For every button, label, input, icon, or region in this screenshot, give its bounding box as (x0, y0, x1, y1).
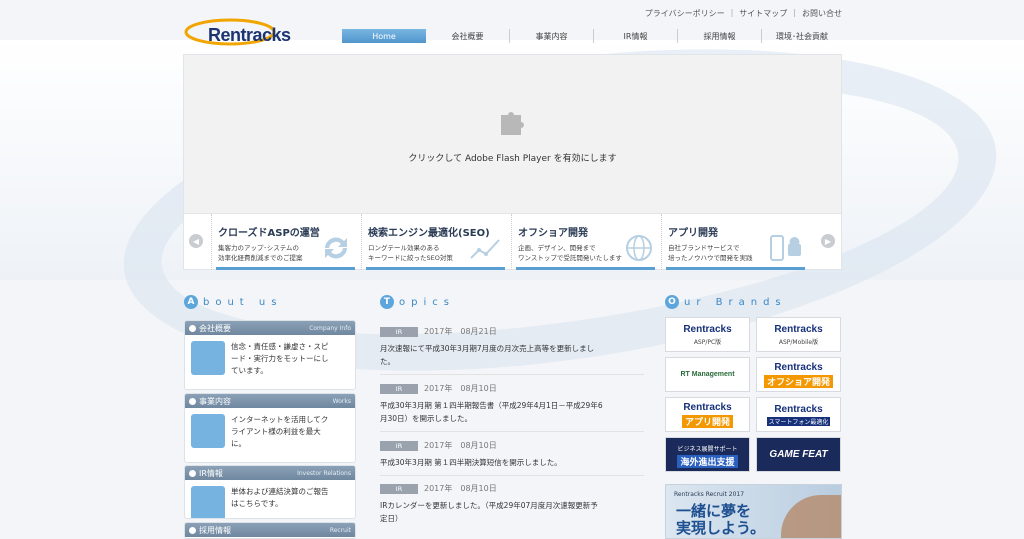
card-text: 単体および連結決算のご報告 はこちらです。 (231, 487, 329, 508)
cycle-arrows-icon (325, 237, 347, 259)
document-icon (191, 486, 225, 518)
logo-text: Rentracks (208, 25, 291, 45)
recruit-catchcopy: 一緒に夢を 実現しよう。 (676, 502, 766, 537)
carousel-next-button[interactable]: ▶ (821, 234, 835, 248)
about-card-recruit[interactable]: 採用情報 Recruit (184, 522, 356, 539)
brands-heading: O ur Brands (665, 295, 787, 309)
handshake-image (781, 495, 841, 538)
smartphone-android-icon (770, 235, 801, 261)
sitemap-link[interactable]: サイトマップ (739, 8, 787, 19)
about-card-works[interactable]: 事業内容 Works インターネットを活用してク ライアント様の利益を最大 に。 (184, 393, 356, 463)
carousel-prev-button[interactable]: ◀ (189, 234, 203, 248)
puzzle-icon (500, 111, 524, 135)
globe-icon (626, 235, 652, 261)
service-underline (216, 267, 355, 270)
people-icon (191, 341, 225, 375)
topic-body: 平成30年3月期 第１四半期決算短信を開示しました。 (380, 458, 562, 467)
topic-body: IRカレンダーを更新しました。（平成29年07月度月次速報更新予 定日） (380, 501, 598, 523)
topic-tag: IR (380, 483, 418, 494)
topics-heading: T opics (380, 295, 455, 309)
service-desc: 自社ブランドサービスで 培ったノウハウで開発を実践 (668, 244, 753, 262)
topic-item[interactable]: IR 2017年 08月10日 平成30年3月期 第１四半期報告書（平成29年4月… (380, 383, 644, 432)
about-card-company[interactable]: 会社概要 Company Info 信念・責任感・謙虚さ・スピ ード・実行力をモッ… (184, 320, 356, 390)
about-heading: A bout us (184, 295, 282, 309)
laptop-icon (191, 414, 225, 448)
service-seo[interactable]: 検索エンジン最適化(SEO) ロングテール効果のある キーワードに絞ったSEO対策 (361, 214, 509, 270)
topic-item[interactable]: IR 2017年 08月10日 平成30年3月期 第１四半期決算短信を開示しました… (380, 440, 644, 476)
flash-placeholder[interactable]: クリックして Adobe Flash Player を有効にします (184, 55, 841, 213)
brand-game-feat[interactable]: GAME FEAT (756, 437, 841, 472)
service-offshore[interactable]: オフショア開発 企画、デザイン、開発まで ワンストップで受託開発いたします (511, 214, 659, 270)
page: プライバシーポリシー | サイトマップ | お問い合せ Rentracks Ho… (0, 0, 1024, 539)
card-header: 会社概要 Company Info (185, 321, 355, 335)
service-desc: ロングテール効果のある キーワードに絞ったSEO対策 (368, 244, 453, 262)
separator: | (730, 8, 734, 17)
brand-app[interactable]: Rentracks アプリ開発 (665, 397, 750, 432)
separator: | (793, 8, 796, 17)
nav-business[interactable]: 事業内容 (510, 29, 594, 43)
recruit-banner[interactable]: Rentracks Recruit 2017 一緒に夢を 実現しよう。 (665, 484, 842, 539)
contact-link[interactable]: お問い合せ (802, 8, 842, 19)
card-text: 信念・責任感・謙虚さ・スピ ード・実行力をモットーにし ています。 (231, 342, 329, 375)
brand-overseas-support[interactable]: ビジネス展開サポート 海外進出支援 (665, 437, 750, 472)
card-header: 採用情報 Recruit (185, 523, 355, 537)
brand-asp-mobile[interactable]: Rentracks ASP/Mobile版 (756, 317, 841, 352)
service-app[interactable]: アプリ開発 自社ブランドサービスで 培ったノウハウで開発を実践 (661, 214, 809, 270)
card-text: インターネットを活用してク ライアント様の利益を最大 に。 (231, 415, 329, 448)
card-header: 事業内容 Works (185, 394, 355, 408)
about-card-ir[interactable]: IR情報 Investor Relations 単体および連結決算のご報告 はこち… (184, 465, 356, 519)
topic-date: 2017年 08月10日 (424, 484, 497, 493)
flash-message: クリックして Adobe Flash Player を有効にします (408, 153, 617, 164)
nav-recruit[interactable]: 採用情報 (678, 29, 762, 43)
topic-tag: IR (380, 326, 418, 337)
topic-tag: IR (380, 383, 418, 394)
service-underline (366, 267, 505, 270)
topic-date: 2017年 08月10日 (424, 441, 497, 450)
topic-item[interactable]: IR 2017年 08月10日 IRカレンダーを更新しました。（平成29年07月度… (380, 483, 644, 531)
service-underline (666, 267, 805, 270)
utility-links: プライバシーポリシー | サイトマップ | お問い合せ (645, 8, 842, 19)
brand-asp-pc[interactable]: Rentracks ASP/PC版 (665, 317, 750, 352)
line-graph-icon (470, 239, 500, 259)
topic-body: 月次速報にて平成30年3月期7月度の月次売上高等を更新しまし た。 (380, 344, 595, 366)
card-header: IR情報 Investor Relations (185, 466, 355, 480)
brand-rt-management[interactable]: RT Management (665, 357, 750, 392)
logo[interactable]: Rentracks (184, 16, 304, 48)
main-visual: クリックして Adobe Flash Player を有効にします ◀ ▶ クロ… (183, 54, 842, 270)
brand-offshore[interactable]: Rentracks オフショア開発 (756, 357, 841, 392)
service-underline (516, 267, 655, 270)
brand-smartphone[interactable]: Rentracks スマートフォン最適化 (756, 397, 841, 432)
nav-ir[interactable]: IR情報 (594, 29, 678, 43)
nav-csr[interactable]: 環境･社会貢献 (762, 29, 842, 43)
service-title: オフショア開発 (518, 228, 588, 239)
service-desc: 企画、デザイン、開発まで ワンストップで受託開発いたします (518, 244, 622, 262)
topic-date: 2017年 08月21日 (424, 327, 497, 336)
service-desc: 集客力のアップ･システムの 効率化経費削減までのご提案 (218, 244, 303, 262)
privacy-policy-link[interactable]: プライバシーポリシー (645, 8, 725, 19)
topic-item[interactable]: IR 2017年 08月21日 月次速報にて平成30年3月期7月度の月次売上高等を… (380, 326, 644, 375)
nav-home[interactable]: Home (342, 29, 426, 43)
nav-company[interactable]: 会社概要 (426, 29, 510, 43)
service-title: クローズドASPの運営 (218, 228, 320, 239)
service-asp[interactable]: クローズドASPの運営 集客力のアップ･システムの 効率化経費削減までのご提案 (211, 214, 359, 270)
topic-tag: IR (380, 440, 418, 451)
global-nav: Home 会社概要 事業内容 IR情報 採用情報 環境･社会貢献 (342, 29, 842, 43)
topic-date: 2017年 08月10日 (424, 384, 497, 393)
service-title: アプリ開発 (668, 228, 718, 239)
topic-body: 平成30年3月期 第１四半期報告書（平成29年4月1日－平成29年6 月30日）を… (380, 401, 603, 423)
services-carousel: ◀ ▶ クローズドASPの運営 集客力のアップ･システムの 効率化経費削減までのご… (184, 213, 841, 270)
